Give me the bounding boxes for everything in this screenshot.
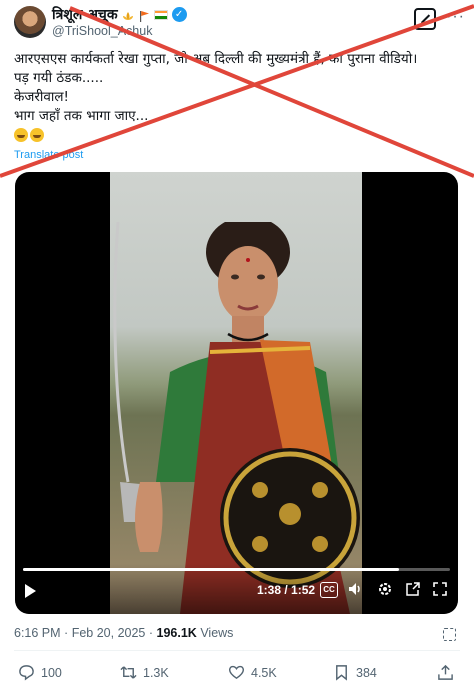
reply-icon bbox=[19, 665, 34, 681]
bookmark-icon bbox=[336, 665, 347, 681]
repost-count: 1.3K bbox=[143, 665, 169, 680]
video-subject-image bbox=[113, 222, 360, 614]
share-button[interactable] bbox=[437, 664, 454, 681]
divider bbox=[14, 650, 460, 651]
more-options-icon[interactable]: ··· bbox=[446, 8, 465, 26]
meta-separator: · bbox=[148, 626, 154, 640]
tweet-meta: 6:16 PM · Feb 20, 2025 · 196.1K Views bbox=[14, 626, 233, 640]
views-count: 196.1K bbox=[156, 626, 197, 640]
video-progress-fill bbox=[23, 568, 399, 571]
avatar[interactable] bbox=[14, 6, 46, 38]
closed-captions-icon[interactable]: CC bbox=[320, 582, 338, 598]
india-flag-icon bbox=[153, 9, 168, 20]
repost-icon bbox=[120, 666, 137, 679]
verified-badge-icon: ✓ bbox=[171, 7, 187, 22]
emoji-row bbox=[14, 126, 460, 145]
tweet-actions: 100 1.3K 4.5K 384 bbox=[0, 660, 474, 688]
video-progress-bar[interactable] bbox=[23, 568, 450, 571]
tweet-line: पड़ गयी ठंडक..... bbox=[14, 70, 104, 86]
video-player[interactable]: 1:38 / 1:52 CC bbox=[15, 172, 458, 614]
pop-out-icon[interactable] bbox=[404, 581, 422, 599]
views-label: Views bbox=[200, 626, 234, 640]
tweet-date[interactable]: Feb 20, 2025 bbox=[72, 626, 146, 640]
author-handle[interactable]: @TriShool_Achuk bbox=[52, 24, 152, 38]
like-count: 4.5K bbox=[251, 665, 277, 680]
author-display-name[interactable]: त्रिशूल अचूक bbox=[52, 5, 118, 24]
tweet-line: केजरीवाल! bbox=[14, 89, 69, 105]
repost-button[interactable]: 1.3K bbox=[120, 664, 169, 681]
share-icon bbox=[438, 664, 453, 680]
settings-gear-icon[interactable] bbox=[376, 581, 394, 599]
tweet-header: त्रिशूल अचूक ✓ @TriShool_Achuk ··· bbox=[0, 0, 474, 44]
tweet-text: आरएसएस कार्यकर्ता रेखा गुप्ता, जो अब दिल… bbox=[14, 50, 460, 145]
fullscreen-icon[interactable] bbox=[431, 581, 449, 599]
tweet-line: भाग जहाँ तक भागा जाए... bbox=[14, 108, 149, 124]
translate-post-link[interactable]: Translate post bbox=[14, 149, 83, 161]
like-button[interactable]: 4.5K bbox=[228, 664, 277, 681]
volume-icon[interactable] bbox=[346, 581, 364, 599]
reply-count: 100 bbox=[41, 665, 62, 680]
bookmark-count: 384 bbox=[356, 665, 377, 680]
video-time: 1:38 / 1:52 bbox=[257, 583, 316, 597]
tweet-line: आरएसएस कार्यकर्ता रेखा गुप्ता, जो अब दिल… bbox=[14, 51, 418, 67]
reply-button[interactable]: 100 bbox=[18, 664, 62, 681]
play-icon[interactable] bbox=[25, 584, 36, 598]
meta-separator: · bbox=[64, 626, 69, 640]
grok-explain-icon[interactable] bbox=[443, 628, 456, 641]
author-name-row: त्रिशूल अचूक ✓ bbox=[52, 5, 187, 24]
bookmark-button[interactable]: 384 bbox=[333, 664, 377, 681]
video-controls: 1:38 / 1:52 CC bbox=[15, 564, 458, 614]
lotus-emoji-icon bbox=[122, 9, 134, 21]
rofl-emoji-icon bbox=[30, 128, 44, 142]
rofl-emoji-icon bbox=[14, 128, 28, 142]
saffron-flag-icon bbox=[138, 9, 150, 22]
tweet-time[interactable]: 6:16 PM bbox=[14, 626, 61, 640]
grok-icon[interactable] bbox=[414, 8, 436, 30]
heart-icon bbox=[228, 665, 245, 680]
